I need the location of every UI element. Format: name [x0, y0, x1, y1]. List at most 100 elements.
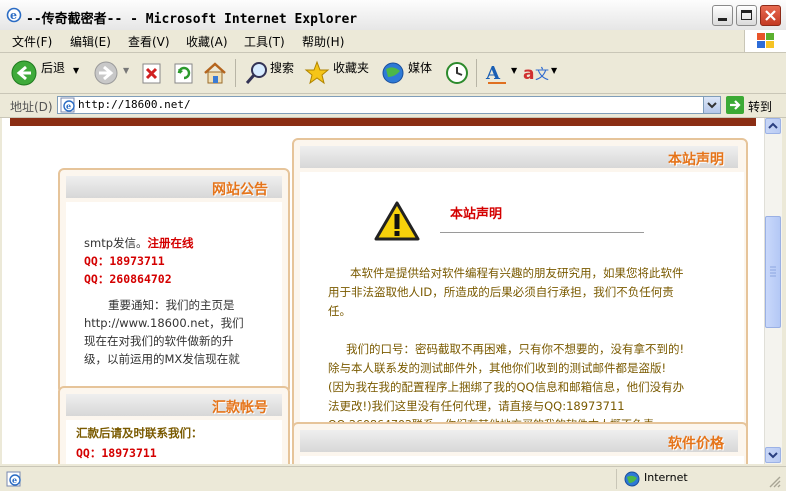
smtp-text: smtp发信。	[84, 236, 148, 250]
remit-instruction: 汇款后请及时联系我们：	[76, 426, 203, 440]
scroll-thumb[interactable]	[765, 216, 781, 328]
title-bar: e --传奇截密者-- - Microsoft Internet Explore…	[0, 0, 786, 31]
page-icon: e	[60, 97, 75, 113]
back-dropdown-icon[interactable]: ▼	[73, 66, 79, 75]
menu-tools[interactable]: 工具(T)	[244, 33, 285, 50]
status-divider	[616, 469, 617, 489]
back-arrow-icon[interactable]	[10, 59, 38, 87]
chevron-down-icon	[707, 102, 717, 109]
remit-title: 汇款帐号	[212, 400, 268, 416]
standard-toolbar: 后退 ▼ ▼ 搜索 收藏夹 媒体 A ▼ a 文 ▼	[0, 53, 786, 94]
remit-qq: QQ：18973711	[76, 446, 157, 460]
statement-para1-line: 本软件是提供给对软件编程有兴趣的朋友研究用，如果您将此软件	[350, 266, 684, 280]
menu-bar: 文件(F) 编辑(E) 查看(V) 收藏(A) 工具(T) 帮助(H)	[0, 30, 786, 53]
address-field[interactable]: e	[57, 96, 721, 114]
stop-icon[interactable]	[140, 59, 164, 87]
svg-text:文: 文	[535, 67, 549, 83]
statement-header: 本站声明	[300, 146, 738, 168]
resize-grip-icon[interactable]	[768, 475, 782, 489]
refresh-icon[interactable]	[172, 59, 196, 87]
statement-para1-line: 用于非法盗取他人ID，所造成的后果必须自行承担，我们不负任何责	[328, 285, 674, 299]
media-globe-icon[interactable]	[380, 59, 406, 87]
scroll-down-button[interactable]	[765, 447, 781, 463]
remit-header: 汇款帐号	[66, 394, 282, 416]
svg-text:a: a	[523, 64, 534, 84]
statement-para2-line: 除与本人联系发的测试邮件外，其他你们收到的测试邮件都是盗版!	[328, 361, 667, 375]
remit-panel: 汇款帐号 汇款后请及时联系我们： QQ：18973711	[58, 386, 290, 464]
ie-icon: e	[6, 7, 22, 23]
statement-panel: 本站声明 本站声明 本软件是提供给对软件编程有兴趣的朋友研究用，如果您将此软件 …	[292, 138, 748, 432]
minimize-button[interactable]	[712, 5, 733, 26]
home-icon[interactable]	[202, 59, 228, 87]
qq-number-2: QQ：260864702	[84, 272, 172, 286]
notice-line: http://www.18600.net，我们	[84, 316, 244, 330]
toolbar-separator	[476, 59, 477, 87]
menu-help[interactable]: 帮助(H)	[302, 33, 344, 50]
notice-line: 重要通知：我们的主页是	[108, 298, 235, 312]
security-zone: Internet	[620, 470, 760, 488]
svg-text:e: e	[12, 475, 17, 485]
svg-text:e: e	[10, 9, 17, 22]
chevron-up-icon	[768, 122, 778, 129]
vertical-scrollbar[interactable]	[764, 118, 782, 464]
address-bar: 地址(D) e 转到	[0, 94, 786, 118]
encoding-icon[interactable]: a 文	[522, 59, 552, 87]
price-body	[300, 456, 744, 464]
go-arrow-icon	[726, 96, 744, 114]
font-size-icon[interactable]: A	[484, 59, 510, 87]
maximize-button[interactable]	[736, 5, 757, 26]
svg-text:A: A	[485, 63, 501, 84]
notice-line: 级，以前运用的MX发信现在就	[84, 352, 240, 366]
qq-number-1: QQ：18973711	[84, 254, 165, 268]
register-link[interactable]: 注册在线	[148, 236, 194, 250]
address-dropdown-button[interactable]	[703, 97, 720, 113]
encoding-dropdown-icon[interactable]: ▼	[551, 66, 557, 75]
statement-para2-line: 法更改!)我们这里没有任何代理，请直接与QQ:18973711	[328, 399, 625, 413]
announcement-header: 网站公告	[66, 176, 282, 198]
notice-line: 现在在对我们的软件做新的升	[84, 334, 234, 348]
price-panel: 软件价格	[292, 422, 748, 464]
status-bar: e Internet	[0, 466, 786, 491]
menu-file[interactable]: 文件(F)	[12, 33, 52, 50]
statement-body: 本站声明 本软件是提供给对软件编程有兴趣的朋友研究用，如果您将此软件 用于非法盗…	[300, 172, 744, 431]
forward-arrow-icon[interactable]	[92, 59, 120, 87]
statement-heading: 本站声明	[450, 207, 503, 222]
favorites-button[interactable]: 收藏夹	[333, 59, 369, 76]
favorites-star-icon[interactable]	[304, 59, 330, 87]
font-dropdown-icon[interactable]: ▼	[511, 66, 517, 75]
media-button[interactable]: 媒体	[408, 59, 432, 76]
announcement-body: smtp发信。注册在线 QQ：18973711 QQ：260864702 重要通…	[66, 202, 282, 386]
announcement-panel: 网站公告 smtp发信。注册在线 QQ：18973711 QQ：26086470…	[58, 168, 290, 394]
price-title: 软件价格	[668, 436, 724, 452]
forward-dropdown-icon[interactable]: ▼	[123, 66, 129, 75]
windows-logo	[744, 30, 786, 52]
chevron-down-icon	[768, 452, 778, 459]
history-icon[interactable]	[444, 59, 470, 87]
back-button[interactable]: 后退	[41, 59, 65, 76]
announcement-line: smtp发信。注册在线	[84, 234, 194, 252]
address-label: 地址(D)	[10, 100, 53, 114]
go-label: 转到	[748, 100, 773, 114]
svg-text:e: e	[66, 101, 71, 111]
menu-favorites[interactable]: 收藏(A)	[186, 33, 228, 50]
announcement-title: 网站公告	[212, 182, 268, 198]
warning-icon	[374, 201, 420, 241]
search-button[interactable]: 搜索	[270, 59, 294, 76]
menu-view[interactable]: 查看(V)	[128, 33, 170, 50]
remit-body: 汇款后请及时联系我们： QQ：18973711	[66, 420, 282, 464]
windows-flag-icon	[757, 33, 774, 48]
menu-edit[interactable]: 编辑(E)	[70, 33, 111, 50]
zone-label: Internet	[644, 471, 688, 484]
close-icon	[765, 10, 776, 21]
go-button[interactable]: 转到	[726, 96, 781, 114]
url-input[interactable]	[78, 98, 678, 111]
statement-para2-line: (因为我在我的配置程序上捆绑了我的QQ信息和邮箱信息，他们没有办	[328, 380, 685, 394]
close-button[interactable]	[760, 5, 781, 26]
statement-para2-line: 我们的口号：密码截取不再困难，只有你不想要的，没有拿不到的!	[346, 342, 685, 356]
statement-title: 本站声明	[668, 152, 724, 168]
scroll-up-button[interactable]	[765, 118, 781, 134]
search-icon[interactable]	[244, 59, 270, 87]
globe-icon	[624, 471, 640, 487]
page-viewport[interactable]: 网站公告 smtp发信。注册在线 QQ：18973711 QQ：26086470…	[2, 118, 764, 464]
site-nav-strip	[10, 118, 756, 126]
